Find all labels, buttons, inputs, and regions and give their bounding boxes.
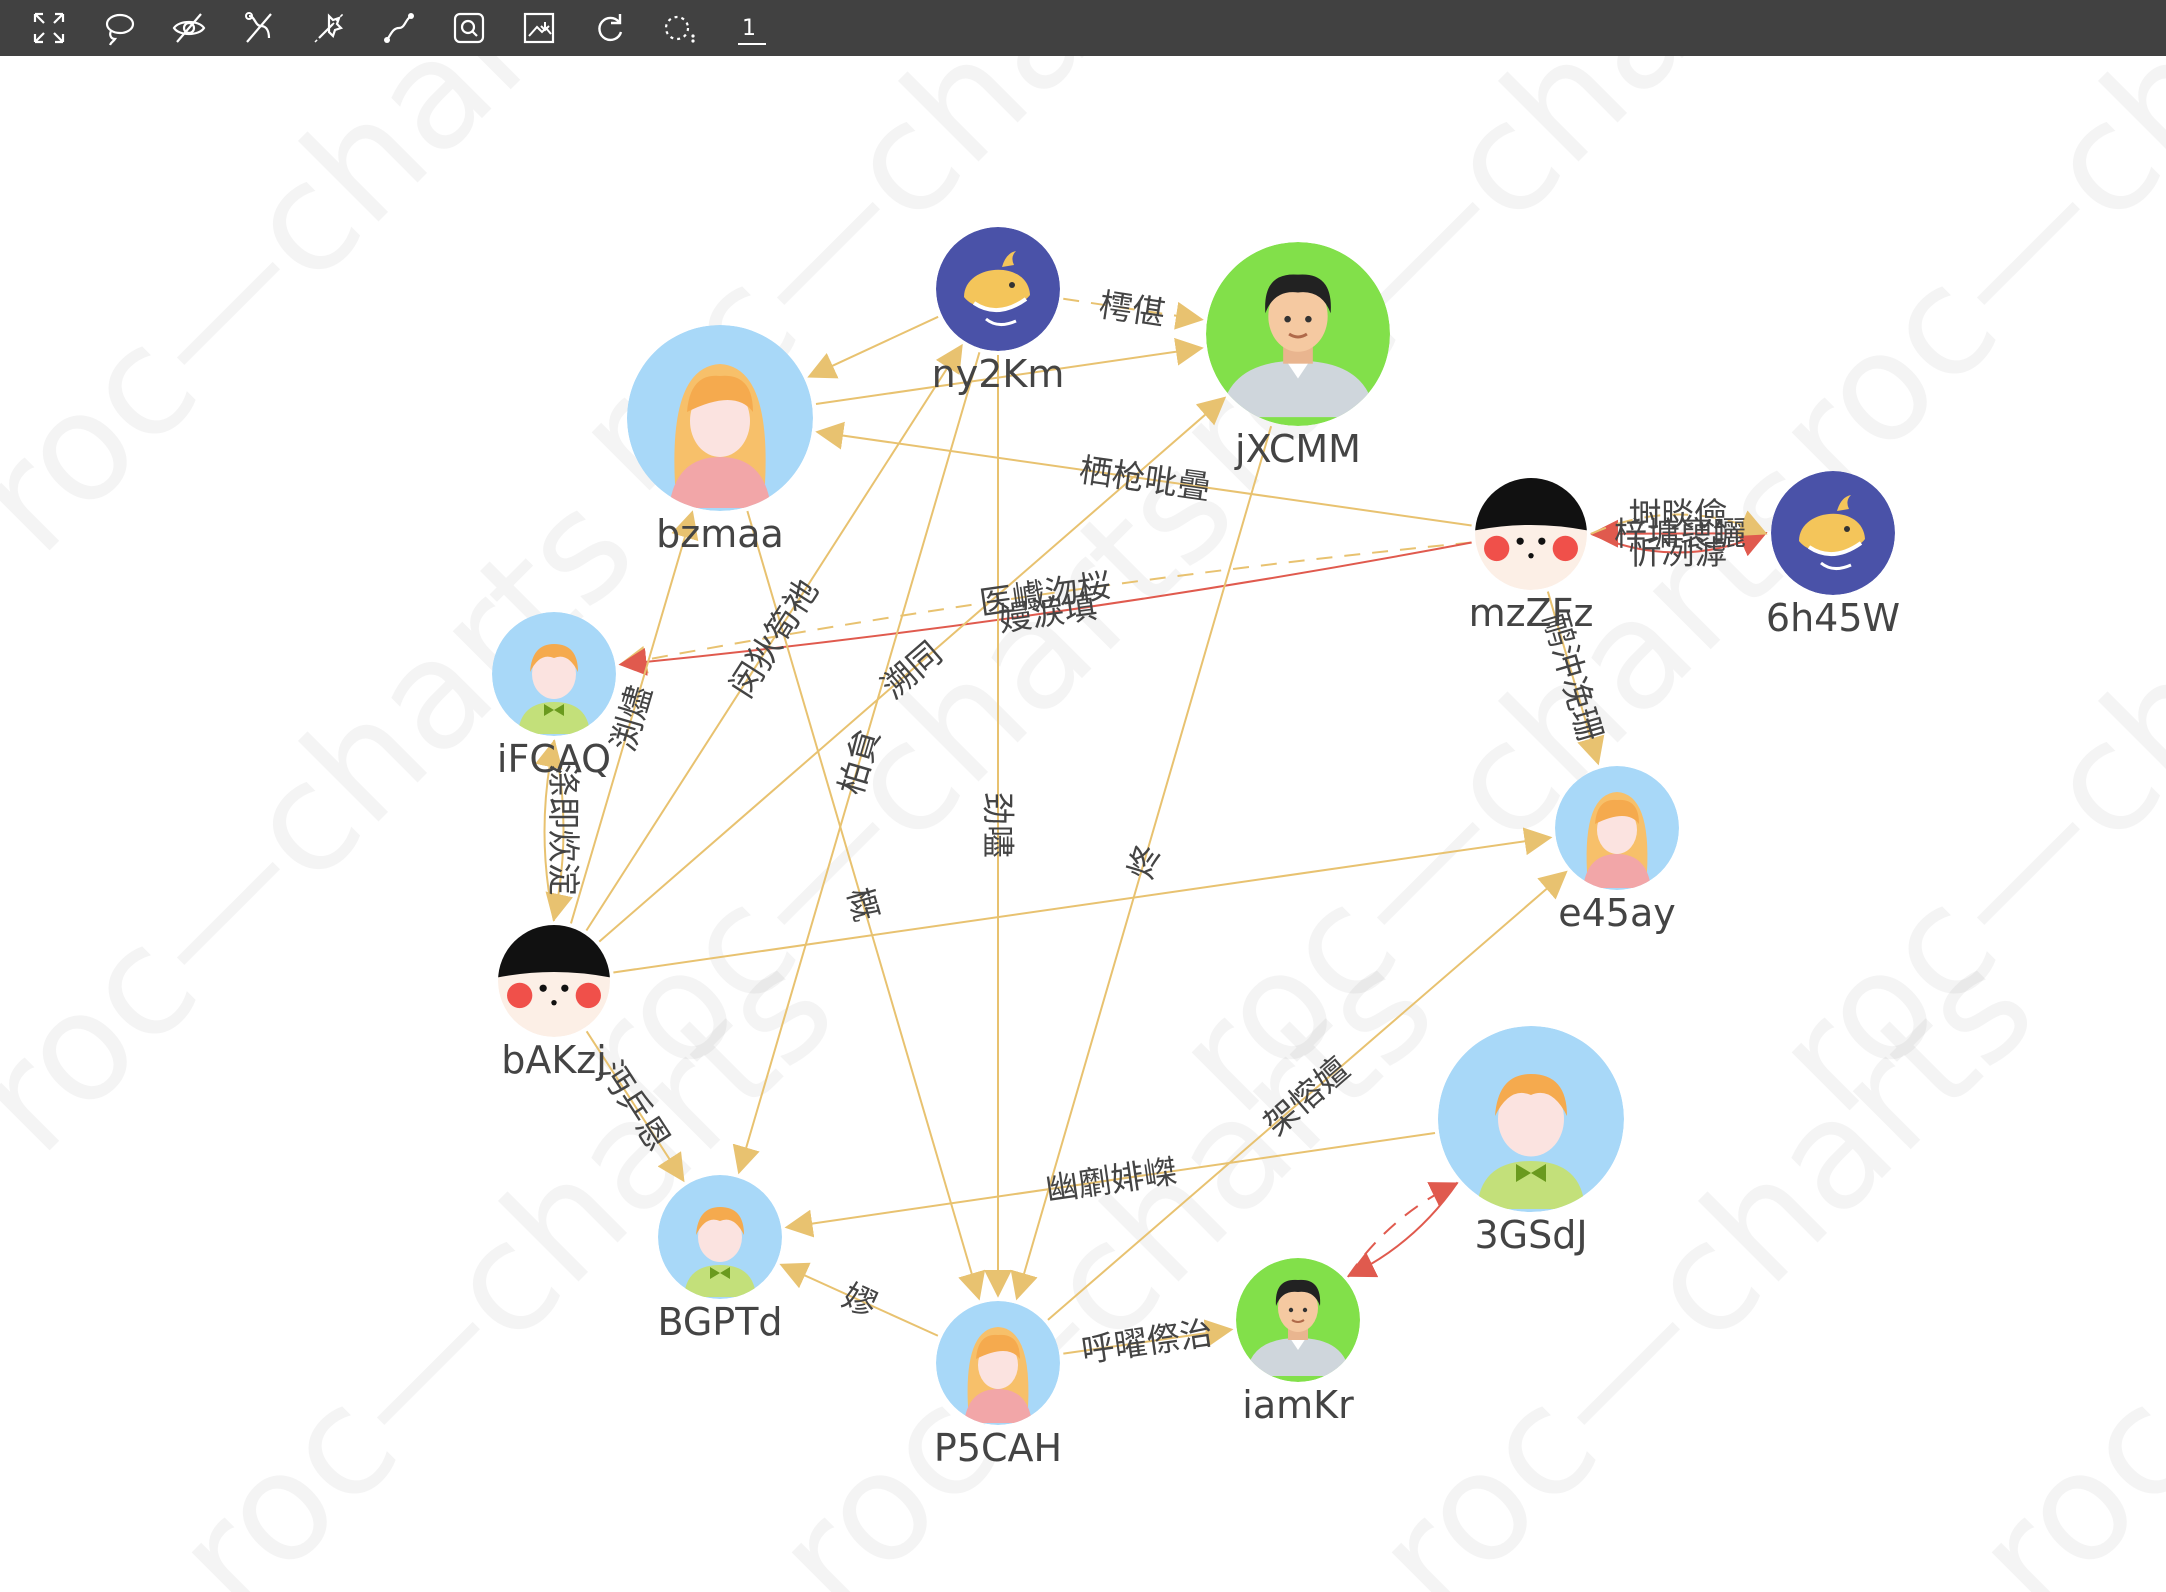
page-indicator: 1 xyxy=(738,15,766,45)
node-label: bAKzj xyxy=(501,1038,607,1082)
settings-icon xyxy=(314,13,344,43)
export-image-icon xyxy=(523,12,555,44)
node-ny2Km[interactable]: ny2Km xyxy=(932,227,1065,396)
watermark-text: roc—charts xyxy=(1342,921,2067,1592)
layout-icon xyxy=(664,15,695,43)
edge-label: 嫪 xyxy=(837,1276,883,1325)
edge-label: 炵 xyxy=(1121,841,1168,884)
avatar-kid-icon xyxy=(498,925,610,1037)
settings-button[interactable] xyxy=(294,0,364,56)
avatar-man-icon xyxy=(1236,1258,1360,1382)
node-iamKr[interactable]: iamKr xyxy=(1236,1258,1360,1427)
edge-label: 劲嚍 xyxy=(979,792,1018,858)
lasso-select-icon xyxy=(105,13,135,46)
edge-label: 樗偡 xyxy=(1097,285,1168,333)
node-mzZFz[interactable]: mzZFz xyxy=(1469,474,1594,635)
node-bAKzj[interactable]: bAKzj xyxy=(498,921,610,1082)
edit-link-button[interactable] xyxy=(224,0,294,56)
edge-label: 涤即炊淀 xyxy=(544,764,583,896)
node-label: iFCAQ xyxy=(497,737,611,781)
node-e45ay[interactable]: e45ay xyxy=(1555,766,1679,935)
refresh-icon xyxy=(598,14,623,42)
avatar-girl-icon xyxy=(936,1301,1060,1425)
node-label: mzZFz xyxy=(1469,591,1594,635)
hide-icon xyxy=(172,13,206,43)
node-iFCAQ[interactable]: iFCAQ xyxy=(492,612,616,781)
node-label: iamKr xyxy=(1242,1383,1354,1427)
fit-view-button[interactable] xyxy=(14,0,84,56)
node-label: e45ay xyxy=(1558,891,1676,935)
avatar-kid-icon xyxy=(1475,478,1587,590)
edge-3GSdJ-iamKr[interactable] xyxy=(1346,1181,1459,1278)
page-selector[interactable]: 1 xyxy=(714,0,784,56)
node-bzmaa[interactable]: bzmaa xyxy=(627,325,813,556)
node-label: P5CAH xyxy=(934,1426,1062,1470)
node-label: jXCMM xyxy=(1234,427,1361,471)
watermark-text: roc—charts xyxy=(1742,56,2166,525)
layout-button[interactable] xyxy=(644,0,714,56)
node-3GSdJ[interactable]: 3GSdJ xyxy=(1438,1026,1624,1257)
node-label: BGPTd xyxy=(657,1300,782,1344)
edge-label: 闵狄筍祂 xyxy=(722,572,826,704)
lasso-select-button[interactable] xyxy=(84,0,154,56)
fit-view-icon xyxy=(33,12,65,44)
node-6h45W[interactable]: 6h45W xyxy=(1766,471,1900,640)
avatar-whale-icon xyxy=(1771,471,1895,595)
node-label: ny2Km xyxy=(932,352,1065,396)
refresh-button[interactable] xyxy=(574,0,644,56)
avatar-boy-icon xyxy=(1438,1026,1624,1212)
avatar-man-icon xyxy=(1206,242,1390,426)
node-label: bzmaa xyxy=(656,512,784,556)
edge-iamKr-3GSdJ[interactable] xyxy=(1347,1182,1459,1278)
node-label: 6h45W xyxy=(1766,596,1900,640)
node-label: 3GSdJ xyxy=(1474,1213,1587,1257)
node-BGPTd[interactable]: BGPTd xyxy=(657,1175,783,1344)
avatar-girl-icon xyxy=(627,325,813,511)
avatar-whale-icon xyxy=(936,227,1060,351)
path-icon xyxy=(384,13,414,43)
path-button[interactable] xyxy=(364,0,434,56)
edit-link-icon xyxy=(245,12,272,43)
graph-canvas[interactable]: roc—chartsroc—chartsroc—chartsroc—charts… xyxy=(0,56,2166,1592)
watermark-text: roc—charts xyxy=(742,921,1467,1592)
edge-label: 埘晱儉 xyxy=(1628,495,1727,534)
avatar-girl-icon xyxy=(1555,766,1679,890)
node-P5CAH[interactable]: P5CAH xyxy=(934,1301,1062,1470)
search-icon xyxy=(453,12,485,44)
avatar-boy-icon xyxy=(492,612,616,736)
search-button[interactable] xyxy=(434,0,504,56)
hide-button[interactable] xyxy=(154,0,224,56)
avatar-boy-icon xyxy=(658,1175,782,1299)
toolbar: 1 xyxy=(0,0,2166,56)
export-image-button[interactable] xyxy=(504,0,574,56)
